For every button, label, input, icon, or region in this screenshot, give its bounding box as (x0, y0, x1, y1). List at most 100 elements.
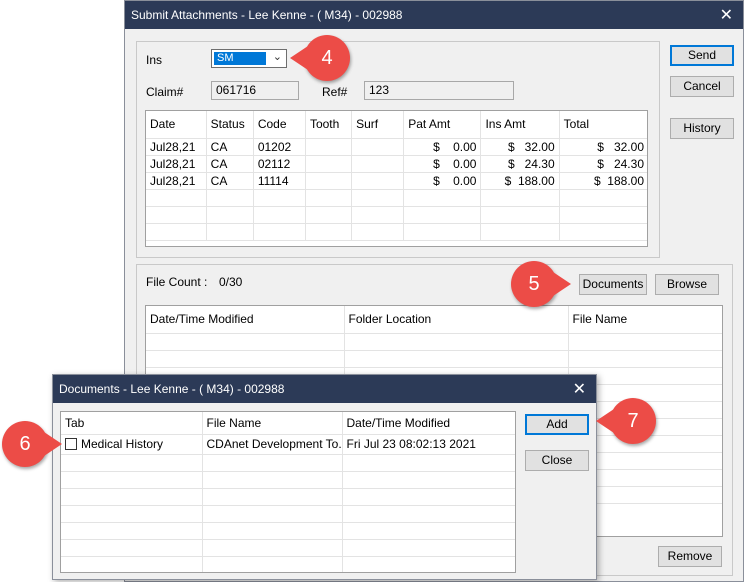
history-button[interactable]: History (670, 118, 734, 139)
claim-label: Claim# (146, 85, 184, 99)
ref-label: Ref# (322, 85, 348, 99)
claim-number-field: 061716 (211, 81, 299, 100)
cell-doc-modified: Fri Jul 23 08:02:13 2021 (342, 434, 515, 455)
cell-status: CA (206, 138, 254, 156)
file-count-value: 0/30 (219, 275, 243, 289)
callout-pointer (290, 46, 308, 70)
cell-code: 11114 (253, 172, 306, 190)
table-row[interactable]: Jul28,21 CA 01202 $ 0.00 $ 32.00 $ 32.00 (146, 138, 647, 156)
documents-button[interactable]: Documents (579, 274, 647, 295)
callout-6-label: 6 (19, 433, 31, 455)
add-button[interactable]: Add (525, 414, 589, 435)
close-button[interactable]: Close (525, 450, 589, 471)
main-dialog-title: Submit Attachments - Lee Kenne - ( M34) … (131, 8, 403, 22)
col-ins-amt[interactable]: Ins Amt (480, 111, 560, 139)
col-code[interactable]: Code (253, 111, 306, 139)
empty-row (146, 223, 647, 241)
cell-pat-amt: $ 0.00 (403, 138, 482, 156)
table-row[interactable]: Jul28,21 CA 02112 $ 0.00 $ 24.30 $ 24.30 (146, 155, 647, 173)
callout-7: 7 (596, 398, 656, 444)
cell-code: 01202 (253, 138, 306, 156)
col-total[interactable]: Total (559, 111, 647, 139)
col-tooth[interactable]: Tooth (305, 111, 353, 139)
empty-row (61, 522, 515, 540)
medical-history-checkbox[interactable] (65, 438, 77, 450)
col-status[interactable]: Status (206, 111, 254, 139)
browse-button[interactable]: Browse (655, 274, 719, 295)
callout-pointer (44, 432, 62, 456)
empty-row (146, 350, 722, 368)
cell-status: CA (206, 172, 254, 190)
empty-row (146, 189, 647, 207)
empty-row (61, 488, 515, 506)
cell-doc-file-name: CDAnet Development To... (202, 434, 343, 455)
cell-pat-amt: $ 0.00 (403, 172, 482, 190)
col-surf[interactable]: Surf (351, 111, 405, 139)
ins-label: Ins (146, 53, 163, 67)
ref-number-field: 123 (364, 81, 514, 100)
cell-surf (351, 155, 405, 173)
cell-total: $ 188.00 (559, 172, 647, 190)
cell-date: Jul28,21 (146, 138, 207, 156)
cell-date: Jul28,21 (146, 155, 207, 173)
callout-4: 4 (290, 35, 350, 81)
callout-pointer (553, 272, 571, 296)
table-row[interactable]: Medical History CDAnet Development To...… (61, 434, 515, 455)
cell-surf (351, 172, 405, 190)
ins-select[interactable]: SM ⌄ (211, 49, 287, 68)
cell-total: $ 32.00 (559, 138, 647, 156)
col-date[interactable]: Date (146, 111, 207, 139)
cell-code: 02112 (253, 155, 306, 173)
callout-6: 6 (2, 421, 62, 467)
col-doc-date-modified[interactable]: Date/Time Modified (342, 412, 515, 435)
main-title-bar: Submit Attachments - Lee Kenne - ( M34) … (125, 1, 743, 29)
procedures-grid[interactable]: Date Status Code Tooth Surf Pat Amt Ins … (145, 110, 648, 247)
callout-7-label: 7 (627, 410, 639, 432)
callout-4-label: 4 (321, 47, 333, 69)
cancel-button[interactable]: Cancel (670, 76, 734, 97)
col-pat-amt[interactable]: Pat Amt (403, 111, 482, 139)
cell-tab-label: Medical History (81, 437, 164, 451)
cell-date: Jul28,21 (146, 172, 207, 190)
cell-total: $ 24.30 (559, 155, 647, 173)
empty-row (61, 454, 515, 472)
cell-surf (351, 138, 405, 156)
col-date-modified[interactable]: Date/Time Modified (146, 306, 345, 334)
procedures-header-row: Date Status Code Tooth Surf Pat Amt Ins … (146, 111, 647, 139)
send-button[interactable]: Send (670, 45, 734, 66)
documents-dialog: Documents - Lee Kenne - ( M34) - 002988 … (52, 374, 597, 580)
cell-pat-amt: $ 0.00 (403, 155, 482, 173)
cell-tab[interactable]: Medical History (61, 434, 203, 455)
table-row[interactable]: Jul28,21 CA 11114 $ 0.00 $ 188.00 $ 188.… (146, 172, 647, 190)
callout-pointer (596, 409, 614, 433)
remove-button[interactable]: Remove (658, 546, 722, 567)
documents-grid[interactable]: Tab File Name Date/Time Modified Medical… (60, 411, 516, 573)
claim-panel: Ins SM ⌄ Claim# 061716 Ref# 123 Date Sta… (136, 41, 660, 258)
callout-5: 5 (511, 261, 571, 307)
documents-title-bar: Documents - Lee Kenne - ( M34) - 002988 … (53, 375, 596, 403)
cell-ins-amt: $ 32.00 (480, 138, 560, 156)
chevron-down-icon[interactable]: ⌄ (273, 50, 282, 63)
callout-5-label: 5 (528, 273, 540, 295)
documents-close-icon[interactable]: ✕ (573, 379, 586, 399)
col-tab[interactable]: Tab (61, 412, 203, 435)
empty-row (61, 556, 515, 572)
empty-row (61, 539, 515, 557)
cell-ins-amt: $ 188.00 (480, 172, 560, 190)
cell-tooth (305, 172, 353, 190)
col-folder-location[interactable]: Folder Location (344, 306, 569, 334)
file-count-label: File Count : (146, 275, 208, 289)
files-header-row: Date/Time Modified Folder Location File … (146, 306, 722, 334)
documents-header-row: Tab File Name Date/Time Modified (61, 412, 515, 435)
col-file-name[interactable]: File Name (568, 306, 722, 334)
empty-row (61, 471, 515, 489)
cell-status: CA (206, 155, 254, 173)
empty-row (146, 333, 722, 351)
empty-row (61, 505, 515, 523)
empty-row (146, 206, 647, 224)
cell-ins-amt: $ 24.30 (480, 155, 560, 173)
cell-tooth (305, 138, 353, 156)
main-close-icon[interactable]: ✕ (720, 5, 733, 25)
col-doc-file-name[interactable]: File Name (202, 412, 343, 435)
ins-selected-value: SM (214, 52, 266, 65)
